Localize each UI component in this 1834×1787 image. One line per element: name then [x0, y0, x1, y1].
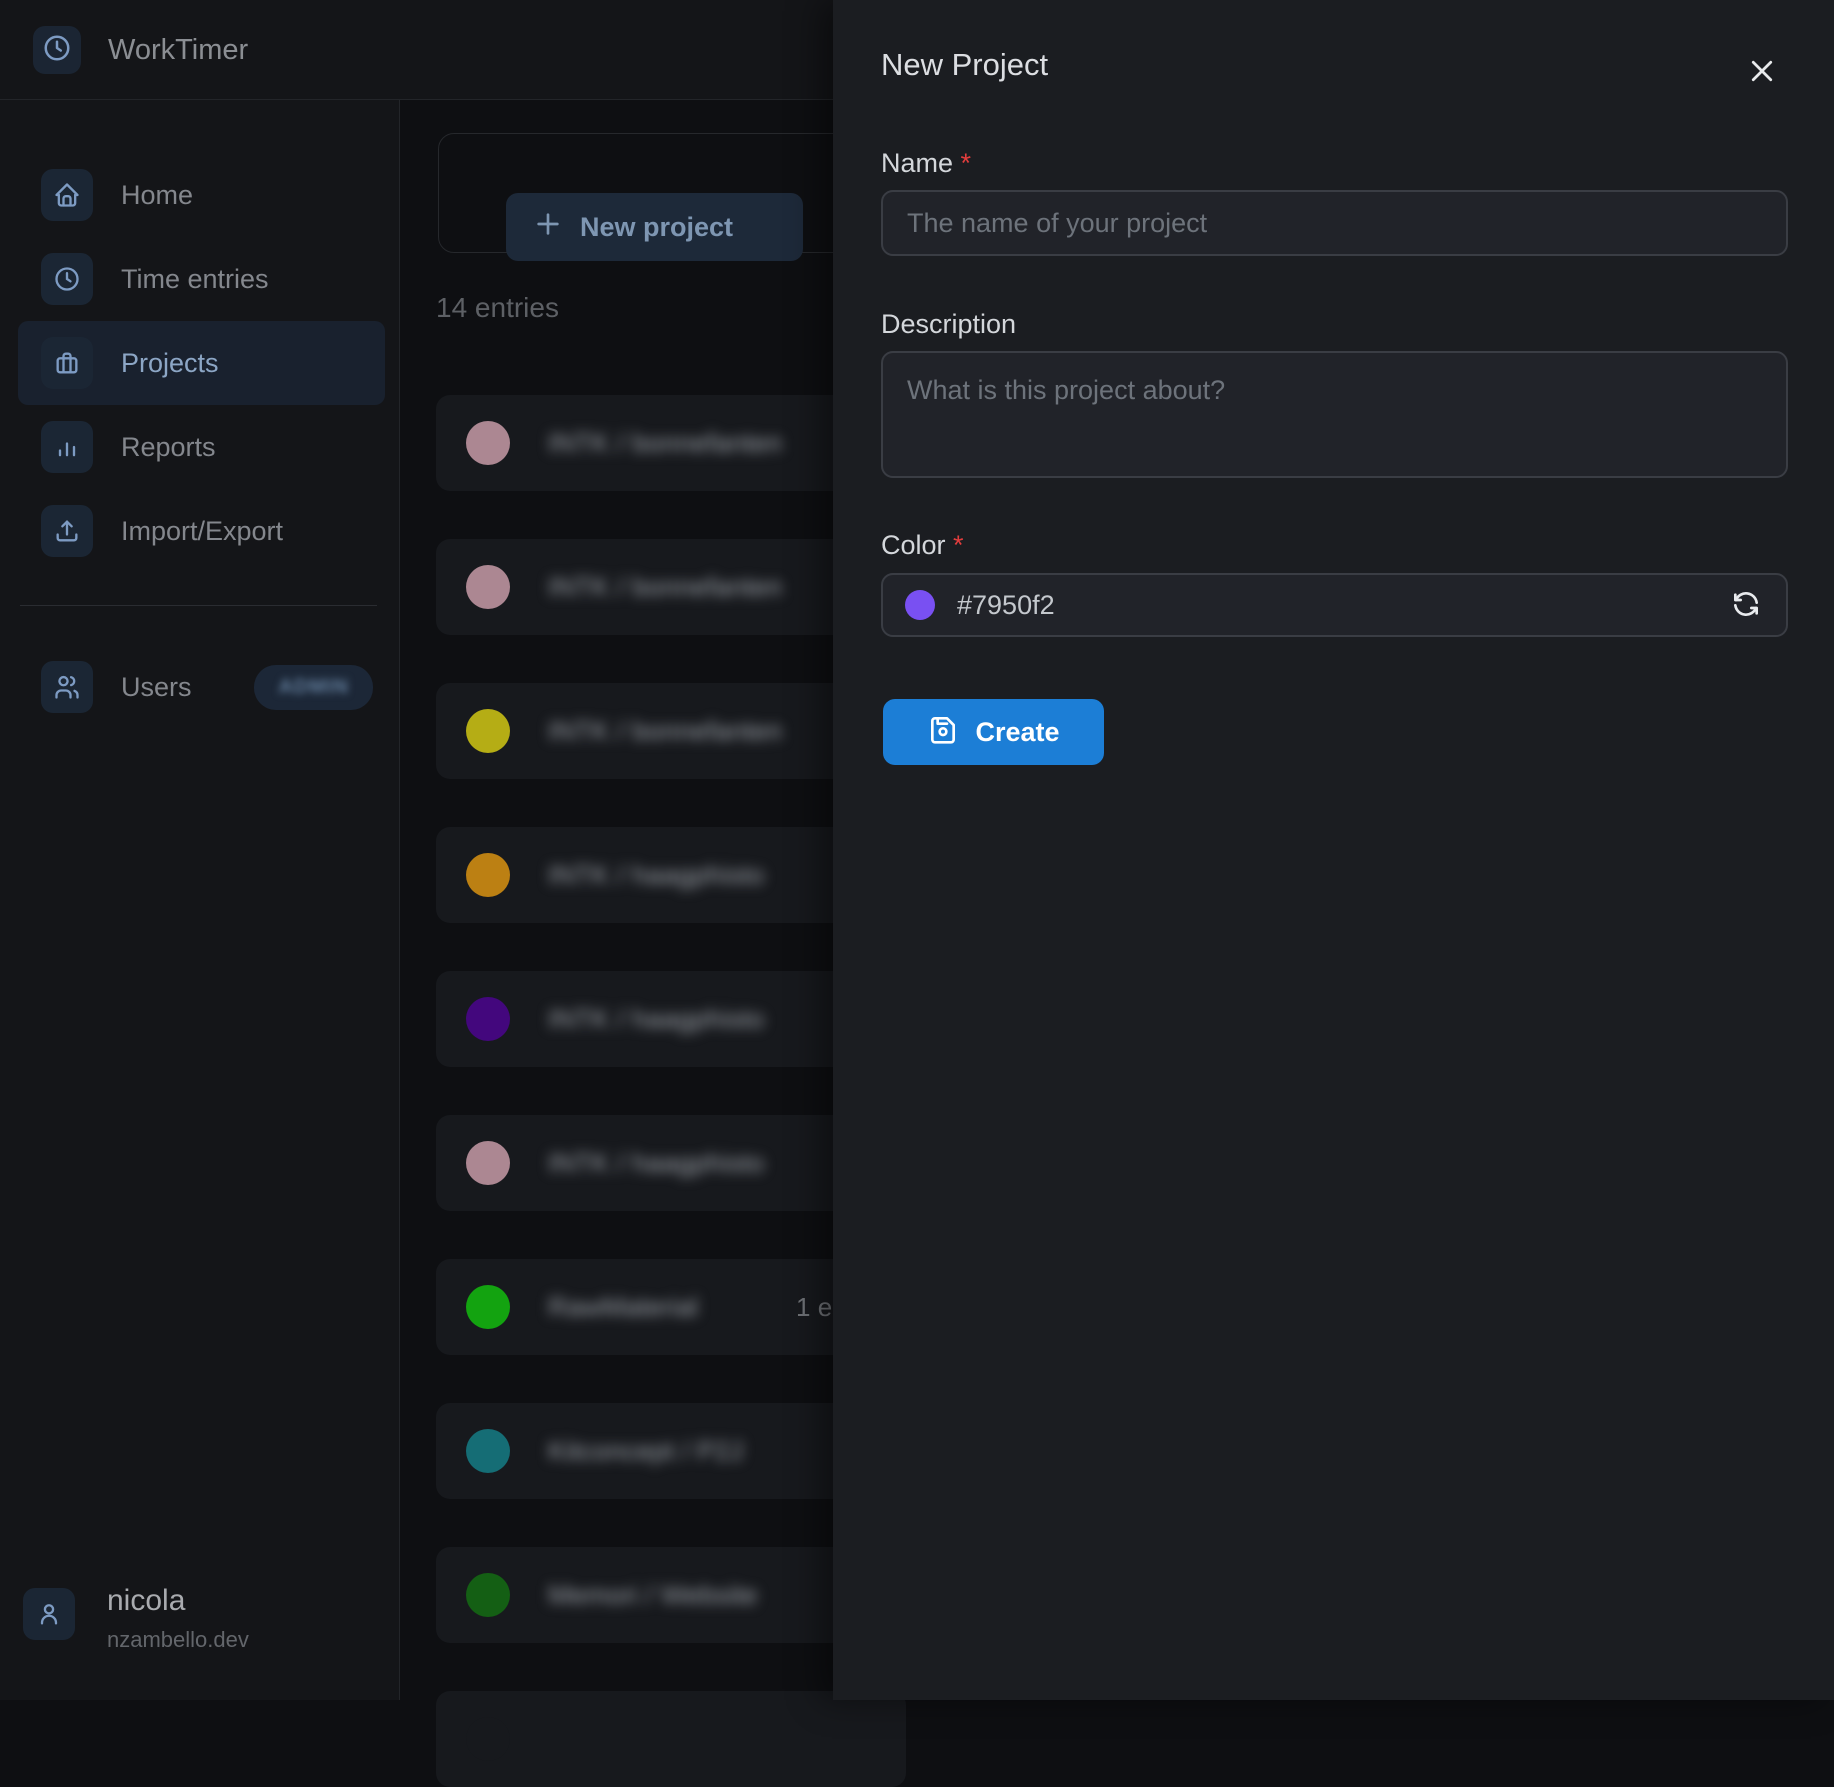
- project-name-blurred: Memori / Website: [548, 1580, 758, 1611]
- project-name-blurred: INTK / bonnefanten: [548, 572, 782, 603]
- sidebar: Home Time entries Projects Reports Impor…: [0, 100, 400, 1700]
- project-name-blurred: INTK / haagphisto: [548, 860, 764, 891]
- project-name-blurred: INTK / bonnefanten: [548, 428, 782, 459]
- project-name-blurred: INTK / haagphisto: [548, 1004, 764, 1035]
- save-icon: [927, 713, 959, 752]
- project-name-blurred: Kitconcept / P2J: [548, 1436, 743, 1467]
- name-input[interactable]: [881, 190, 1788, 256]
- project-color-dot: [466, 565, 510, 609]
- refresh-icon: [1730, 588, 1762, 623]
- sidebar-item-home[interactable]: Home: [18, 153, 385, 237]
- app-logo: [33, 26, 81, 74]
- project-color-dot: [466, 853, 510, 897]
- app-title: WorkTimer: [108, 0, 248, 100]
- close-button[interactable]: [1742, 52, 1782, 92]
- project-color-dot: [466, 1429, 510, 1473]
- required-asterisk: *: [961, 148, 972, 178]
- name-field-label: Name *: [881, 148, 971, 179]
- projects-list-panel: New project 14 entries INTK / bonnefante…: [401, 100, 833, 1700]
- entries-count: 14 entries: [436, 292, 559, 324]
- description-textarea[interactable]: [881, 351, 1788, 478]
- clock-icon: [42, 33, 72, 68]
- project-color-dot: [466, 709, 510, 753]
- drawer-title: New Project: [881, 47, 1048, 83]
- regenerate-color-button[interactable]: [1728, 587, 1764, 623]
- home-icon: [41, 169, 93, 221]
- sidebar-item-users[interactable]: Users ADMIN: [18, 645, 385, 729]
- sidebar-item-label: Users: [121, 672, 192, 703]
- close-icon: [1747, 56, 1777, 89]
- color-input[interactable]: #7950f2: [881, 573, 1788, 637]
- sidebar-divider: [20, 605, 377, 606]
- app-header: WorkTimer: [0, 0, 833, 100]
- description-field-label: Description: [881, 309, 1016, 340]
- chart-icon: [41, 421, 93, 473]
- sidebar-item-time-entries[interactable]: Time entries: [18, 237, 385, 321]
- new-project-button[interactable]: New project: [506, 193, 803, 261]
- project-name-blurred: INTK / haagphisto: [548, 1148, 764, 1179]
- project-name-blurred: INTK / bonnefanten: [548, 716, 782, 747]
- required-asterisk: *: [953, 530, 964, 560]
- sidebar-profile[interactable]: nicola nzambello.dev: [23, 1584, 249, 1653]
- user-icon: [23, 1588, 75, 1640]
- project-color-dot: [466, 1717, 510, 1761]
- admin-badge: ADMIN: [254, 665, 373, 710]
- project-color-dot: [466, 421, 510, 465]
- new-project-drawer: New Project Name * Description Color * #…: [833, 0, 1834, 1700]
- sidebar-nav: Home Time entries Projects Reports Impor…: [0, 153, 399, 573]
- project-color-dot: [466, 1285, 510, 1329]
- plus-icon: [532, 208, 564, 247]
- profile-domain: nzambello.dev: [107, 1627, 249, 1653]
- project-row[interactable]: [436, 1691, 906, 1787]
- profile-name: nicola: [107, 1584, 249, 1619]
- project-color-dot: [466, 1141, 510, 1185]
- briefcase-icon: [41, 337, 93, 389]
- project-color-dot: [466, 1573, 510, 1617]
- users-icon: [41, 661, 93, 713]
- upload-icon: [41, 505, 93, 557]
- color-field-label: Color *: [881, 530, 964, 561]
- project-color-dot: [466, 997, 510, 1041]
- sidebar-item-projects[interactable]: Projects: [18, 321, 385, 405]
- color-swatch: [905, 590, 935, 620]
- project-name-blurred: RawMaterial: [548, 1292, 698, 1323]
- clock-icon: [41, 253, 93, 305]
- sidebar-item-import-export[interactable]: Import/Export: [18, 489, 385, 573]
- sidebar-item-reports[interactable]: Reports: [18, 405, 385, 489]
- create-button[interactable]: Create: [883, 699, 1104, 765]
- color-value: #7950f2: [957, 590, 1055, 621]
